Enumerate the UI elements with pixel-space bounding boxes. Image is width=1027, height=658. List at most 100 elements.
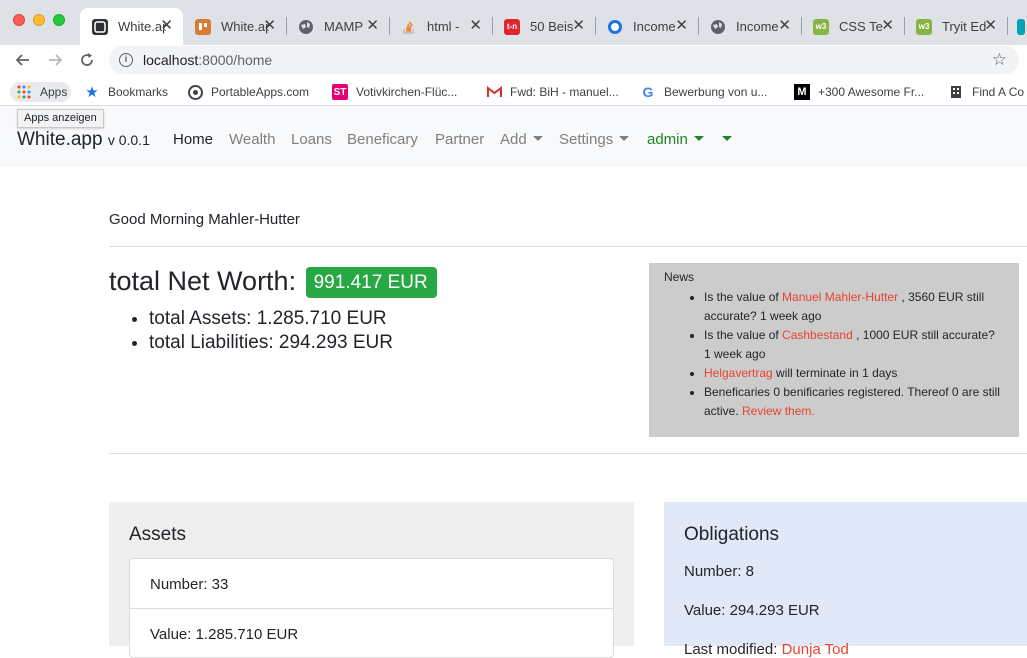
obligations-last-modified: Last modified: Dunja Tod xyxy=(684,641,849,658)
close-tab-icon[interactable]: ✕ xyxy=(675,18,688,34)
maximize-window-button[interactable] xyxy=(53,14,65,26)
total-assets: total Assets: 1.285.710 EUR xyxy=(149,307,393,331)
reload-icon xyxy=(81,53,93,66)
building-icon xyxy=(948,84,964,100)
nav-wealth[interactable]: Wealth xyxy=(229,131,275,148)
last-modified-link[interactable]: Dunja Tod xyxy=(782,641,849,658)
close-tab-icon[interactable]: ✕ xyxy=(160,18,173,34)
address-bar[interactable]: i localhost:8000/home ☆ xyxy=(109,46,1019,74)
bookmark-star-icon[interactable]: ☆ xyxy=(992,50,1007,70)
app-navbar: White.app v 0.0.1 Home Wealth Loans Bene… xyxy=(0,106,1027,167)
tab-title: Income xyxy=(736,19,779,34)
tab-title: White.app xyxy=(118,19,166,34)
bookmark-find-a-co[interactable]: Find A Co xyxy=(948,82,1024,102)
medium-icon: M xyxy=(794,84,810,100)
news-link-manuel-mahler-hutter[interactable]: Manuel Mahler-Hutter xyxy=(782,290,898,304)
arrow-right-icon xyxy=(49,54,63,66)
brand[interactable]: White.app v 0.0.1 xyxy=(17,129,150,151)
tab-title: html - xyxy=(427,19,460,34)
close-tab-icon[interactable]: ✕ xyxy=(984,18,997,34)
bookmark-label: PortableApps.com xyxy=(211,85,310,99)
nav-home[interactable]: Home xyxy=(173,131,213,148)
extra-dropdown-toggle[interactable] xyxy=(716,131,732,148)
nav-add-dropdown[interactable]: Add xyxy=(500,131,543,148)
bookmark-label: Apps xyxy=(40,85,68,99)
news-item: Helgavertrag will terminate in 1 days xyxy=(704,364,1004,383)
bookmark-medium[interactable]: M +300 Awesome Fr... xyxy=(794,82,924,102)
close-tab-icon[interactable]: ✕ xyxy=(263,18,276,34)
news-title: News xyxy=(664,270,695,284)
nav-admin-dropdown[interactable]: admin xyxy=(647,131,704,148)
news-panel: News Is the value of Manuel Mahler-Hutte… xyxy=(649,263,1019,437)
forward-button[interactable] xyxy=(43,48,67,72)
bookmark-label: Votivkirchen-Flüc... xyxy=(356,85,458,99)
obligations-value: Value: 294.293 EUR xyxy=(684,602,820,619)
news-item: Is the value of Manuel Mahler-Hutter , 3… xyxy=(704,288,1004,326)
browser-tab-css-test[interactable]: w3 CSS Te ✕ xyxy=(801,8,904,45)
partial-favicon-icon xyxy=(1017,18,1025,35)
stackoverflow-icon xyxy=(401,19,417,35)
info-icon[interactable]: i xyxy=(119,53,133,67)
bookmark-votivkirchen[interactable]: ST Votivkirchen-Flüc... xyxy=(332,82,457,102)
nav-loans[interactable]: Loans xyxy=(291,131,332,148)
bookmark-bookmarks[interactable]: ★ Bookmarks xyxy=(84,82,168,102)
greeting: Good Morning Mahler-Hutter xyxy=(109,211,300,228)
close-tab-icon[interactable]: ✕ xyxy=(366,18,379,34)
browser-tab-partial[interactable] xyxy=(1007,8,1027,45)
tab-title: MAMP xyxy=(324,19,363,34)
browser-tab-50-beispiele[interactable]: t-n 50 Beis ✕ xyxy=(492,8,595,45)
bookmark-apps[interactable]: Apps xyxy=(10,82,72,102)
browser-tab-stackoverflow[interactable]: html - ✕ xyxy=(389,8,492,45)
apps-grid-icon xyxy=(16,84,32,100)
close-window-button[interactable] xyxy=(13,14,25,26)
divider xyxy=(109,246,1027,247)
net-worth-heading: total Net Worth: 991.417 EUR xyxy=(109,266,437,298)
portableapps-icon xyxy=(187,84,203,100)
star-icon: ★ xyxy=(85,84,99,101)
back-button[interactable] xyxy=(11,48,35,72)
browser-tab-tryit-editor[interactable]: w3 Tryit Ed ✕ xyxy=(904,8,1007,45)
bookmark-label: Bookmarks xyxy=(108,85,169,99)
bookmark-portableapps[interactable]: PortableApps.com xyxy=(187,82,309,102)
nav-admin-label: admin xyxy=(647,131,688,148)
close-tab-icon[interactable]: ✕ xyxy=(881,18,894,34)
browser-tab-income[interactable]: Income ✕ xyxy=(595,8,698,45)
browser-tab-strip: White.app ✕ White.app ✕ MAMP ✕ html - ✕ … xyxy=(0,0,1027,45)
assets-card: Assets Number: 33 Value: 1.285.710 EUR xyxy=(109,502,634,658)
caret-down-icon xyxy=(693,136,704,141)
caret-down-icon xyxy=(619,136,630,141)
close-tab-icon[interactable]: ✕ xyxy=(778,18,791,34)
browser-tab-income-2[interactable]: Income ✕ xyxy=(698,8,801,45)
browser-tab-white-app[interactable]: White.app ✕ xyxy=(183,8,286,45)
nav-settings-dropdown[interactable]: Settings xyxy=(559,131,630,148)
app-version: v 0.0.1 xyxy=(107,132,150,148)
close-tab-icon[interactable]: ✕ xyxy=(572,18,585,34)
news-link-review-them[interactable]: Review them. xyxy=(742,404,815,418)
divider xyxy=(109,453,1027,454)
net-worth-badge: 991.417 EUR xyxy=(305,267,437,298)
w3schools-icon: w3 xyxy=(813,18,829,35)
trello-favicon-icon xyxy=(195,18,211,35)
reload-button[interactable] xyxy=(75,48,99,72)
obligations-number: Number: 8 xyxy=(684,563,755,580)
nav-beneficary[interactable]: Beneficary xyxy=(347,131,418,148)
nav-partner[interactable]: Partner xyxy=(435,131,484,148)
minimize-window-button[interactable] xyxy=(33,14,45,26)
tn-favicon-icon: t-n xyxy=(504,18,520,35)
globe-icon xyxy=(710,19,726,35)
tab-title: CSS Te xyxy=(839,19,883,34)
brand-name: White.app xyxy=(17,129,103,150)
assets-card-title: Assets xyxy=(129,524,187,545)
browser-tab-mamp[interactable]: MAMP ✕ xyxy=(286,8,389,45)
close-tab-icon[interactable]: ✕ xyxy=(469,18,482,34)
bookmark-google[interactable]: G Bewerbung von u... xyxy=(640,82,768,102)
news-link-cashbestand[interactable]: Cashbestand xyxy=(782,328,853,342)
browser-toolbar: i localhost:8000/home ☆ xyxy=(0,45,1027,76)
caret-down-icon xyxy=(722,136,732,141)
globe-icon xyxy=(298,19,314,35)
tab-title: Tryit Ed xyxy=(942,19,987,34)
bookmark-gmail[interactable]: Fwd: BiH - manuel... xyxy=(486,82,619,102)
news-link-helgavertrag[interactable]: Helgavertrag xyxy=(704,366,773,380)
telekom-icon: ST xyxy=(332,84,348,100)
browser-tab-white-app-active[interactable]: White.app ✕ xyxy=(80,8,183,45)
